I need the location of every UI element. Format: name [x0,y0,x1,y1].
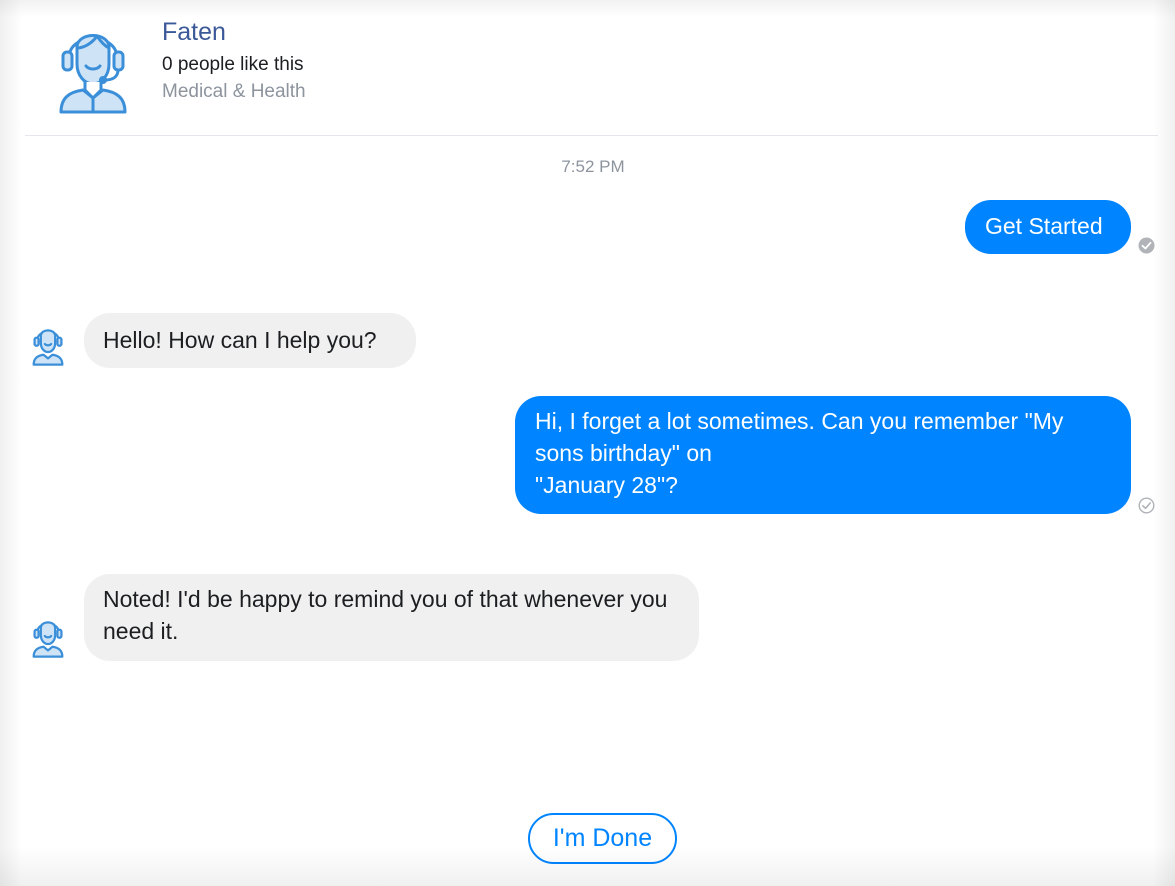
message-timestamp: 7:52 PM [561,157,625,176]
outgoing-message[interactable]: Get Started [965,200,1131,254]
support-agent-icon[interactable] [55,18,131,114]
chat-header: Faten 0 people like this Medical & Healt… [25,0,1158,136]
outgoing-message[interactable]: Hi, I forget a lot sometimes. Can you re… [515,396,1131,514]
support-agent-icon [32,621,64,658]
sent-check-icon [1138,237,1155,254]
page-likes-count: 0 people like this [162,54,304,75]
page-category: Medical & Health [162,81,306,102]
incoming-message[interactable]: Noted! I'd be happy to remind you of tha… [84,574,699,661]
page-name[interactable]: Faten [162,17,226,47]
im-done-quick-reply-button[interactable]: I'm Done [528,813,677,864]
incoming-message[interactable]: Hello! How can I help you? [84,313,416,368]
sent-check-icon [1138,497,1155,514]
support-agent-icon [32,329,64,366]
